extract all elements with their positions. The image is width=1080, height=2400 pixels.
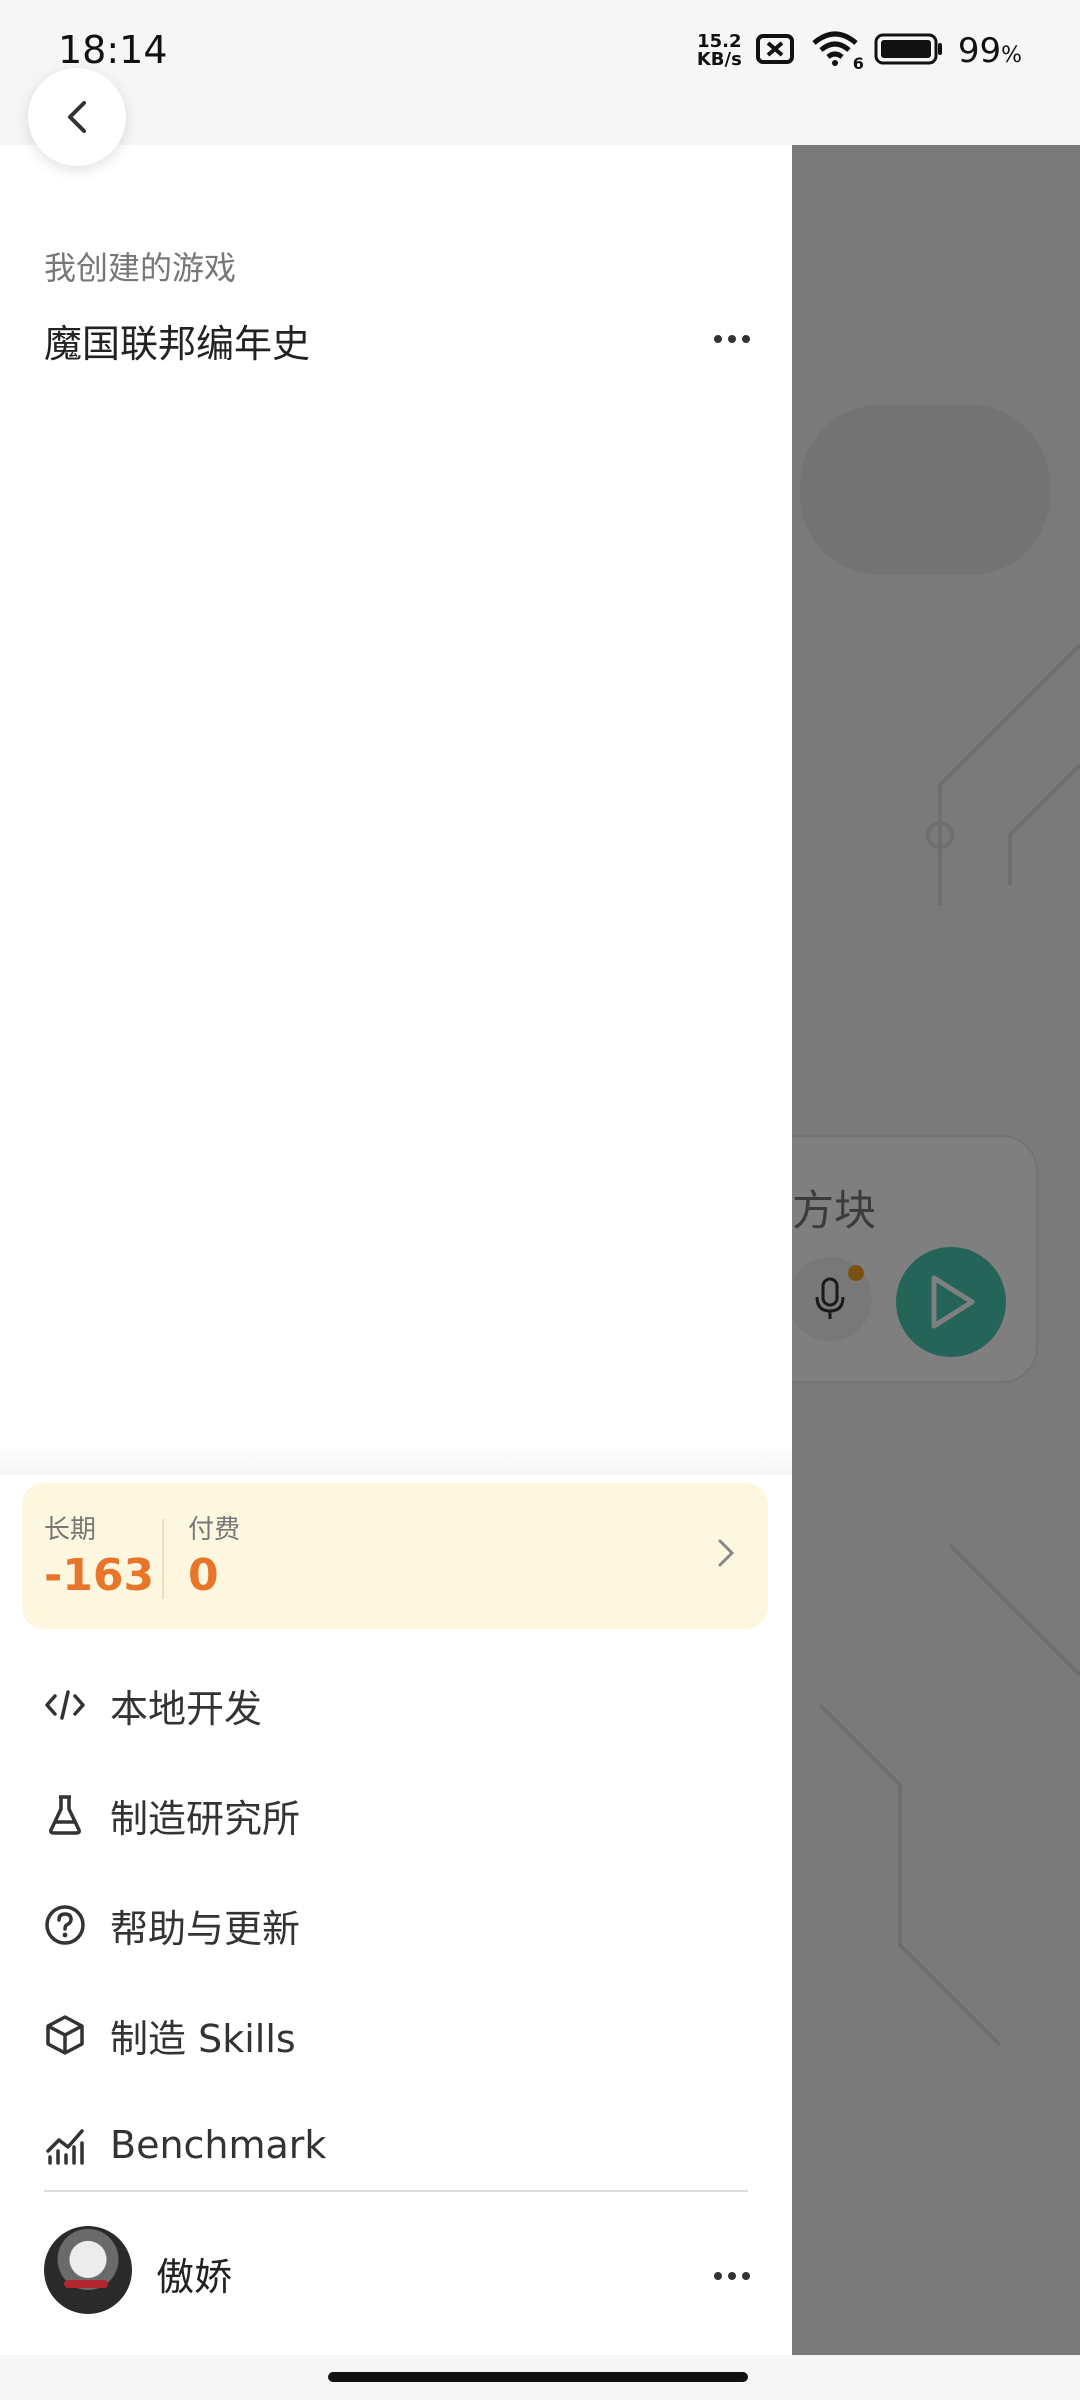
avatar[interactable] xyxy=(44,2226,132,2314)
long-term-credits: 长期 -163 xyxy=(44,1509,154,1601)
battery-percent-unit: % xyxy=(1001,43,1022,68)
menu-item-skills[interactable]: 制造 Skills xyxy=(0,1980,792,2090)
paid-value: 0 xyxy=(188,1550,219,1601)
wifi-icon: 6 xyxy=(810,29,864,73)
game-list-item[interactable]: 魔国联邦编年史 xyxy=(0,305,792,375)
long-term-value: -163 xyxy=(44,1550,155,1601)
menu-item-local-dev[interactable]: 本地开发 xyxy=(0,1650,792,1760)
menu-item-lab[interactable]: 制造研究所 xyxy=(0,1760,792,1870)
game-name: 魔国联邦编年史 xyxy=(44,322,311,366)
battery-percent: 99% xyxy=(958,31,1022,71)
credits-divider xyxy=(162,1519,164,1599)
drawer-menu: 本地开发 制造研究所 帮助与更新 制造 Skills Benchmark xyxy=(0,1650,792,2200)
menu-item-label: 本地开发 xyxy=(110,1686,263,1731)
home-indicator[interactable] xyxy=(328,2372,748,2382)
divider xyxy=(44,2190,748,2192)
sim-off-icon xyxy=(755,32,796,70)
more-options-icon[interactable] xyxy=(714,335,750,343)
status-bar: 18:14 15.2 KB/s 6 99% xyxy=(0,0,1080,145)
credits-card[interactable]: 长期 -163 付费 0 xyxy=(22,1483,768,1629)
cube-icon xyxy=(44,2014,86,2056)
wifi-badge: 6 xyxy=(852,54,864,73)
menu-item-benchmark[interactable]: Benchmark xyxy=(0,2090,792,2200)
menu-item-label: 制造 Skills xyxy=(110,2016,296,2061)
code-icon xyxy=(44,1684,86,1726)
status-time: 18:14 xyxy=(58,28,168,72)
paid-label: 付费 xyxy=(188,1515,241,1545)
paid-credits: 付费 0 xyxy=(188,1509,240,1601)
chart-icon xyxy=(44,2124,86,2166)
bottom-section-shadow xyxy=(0,1445,792,1475)
flask-icon xyxy=(44,1794,86,1836)
battery-percent-value: 99 xyxy=(957,31,1002,71)
section-label-my-games: 我创建的游戏 xyxy=(44,249,237,287)
side-drawer: 我创建的游戏 魔国联邦编年史 长期 -163 付费 0 本地开发 制造研究所 帮… xyxy=(0,145,792,2355)
network-speed: 15.2 KB/s xyxy=(697,33,742,69)
user-name: 傲娇 xyxy=(156,2255,233,2299)
long-term-label: 长期 xyxy=(44,1515,97,1545)
menu-item-label: 帮助与更新 xyxy=(110,1906,301,1951)
network-speed-unit: KB/s xyxy=(696,49,742,70)
back-button[interactable] xyxy=(28,68,126,166)
help-circle-icon xyxy=(44,1904,86,1946)
battery-icon xyxy=(874,32,944,70)
menu-item-label: Benchmark xyxy=(110,2123,327,2167)
chevron-left-icon xyxy=(68,101,86,133)
menu-item-label: 制造研究所 xyxy=(110,1796,301,1841)
menu-item-help[interactable]: 帮助与更新 xyxy=(0,1870,792,1980)
chevron-right-icon xyxy=(718,1539,735,1567)
more-options-icon[interactable] xyxy=(714,2272,750,2280)
user-profile-row[interactable]: 傲娇 xyxy=(0,2220,792,2330)
status-icons: 15.2 KB/s 6 99% xyxy=(697,26,1022,76)
